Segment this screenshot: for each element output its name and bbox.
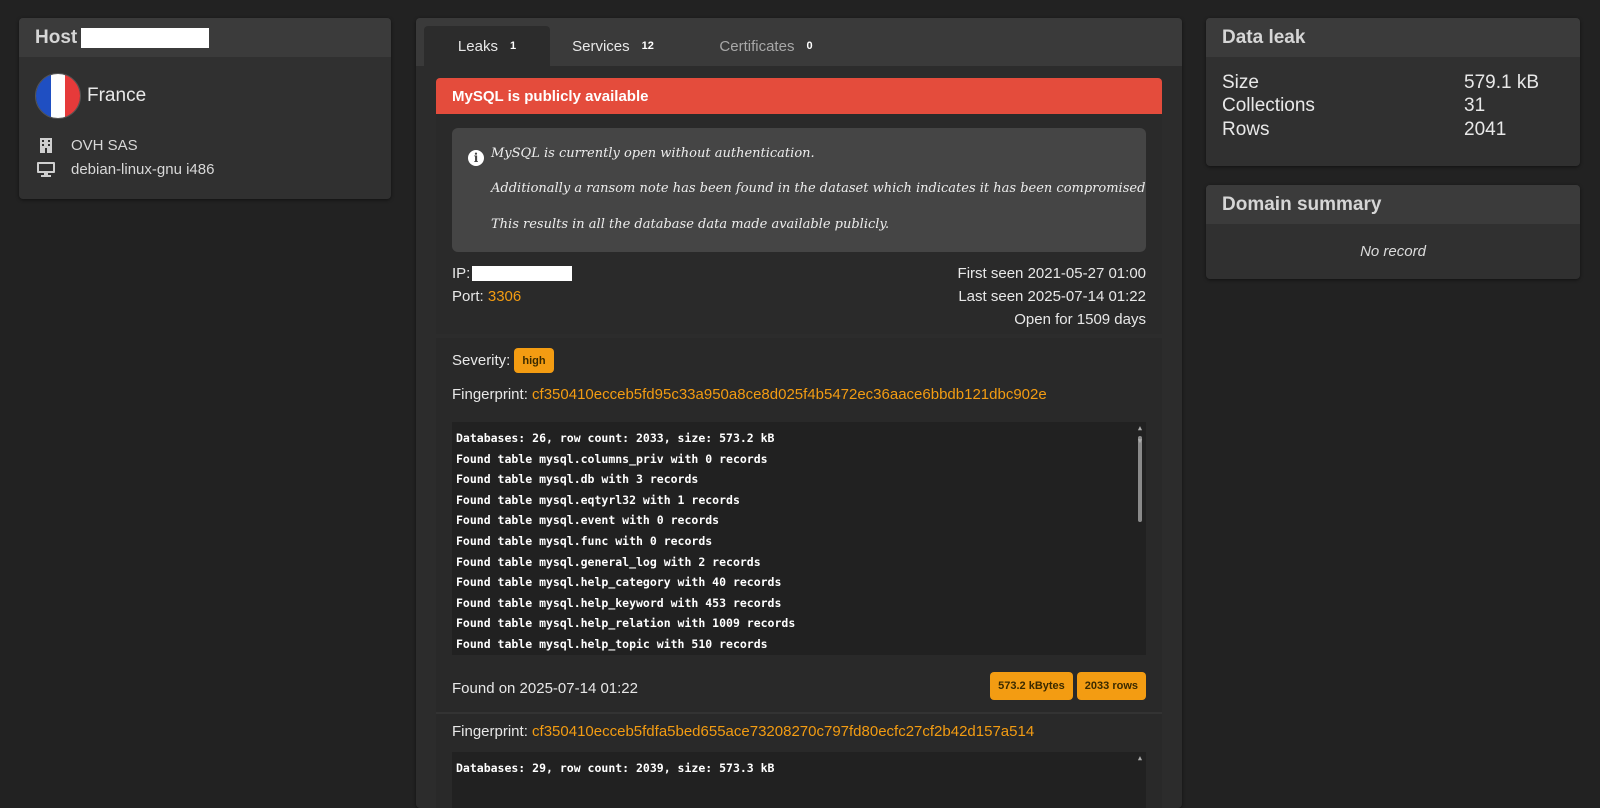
country-row: France: [19, 57, 391, 119]
leak-summary-card: i MySQL is currently open without authen…: [436, 114, 1162, 334]
log-line: Found table mysql.event with 0 records: [456, 513, 720, 528]
host-os-row: debian-linux-gnu i486: [37, 157, 375, 181]
log-line: Found table mysql.columns_priv with 0 re…: [456, 451, 768, 466]
port-label: Port:: [452, 288, 484, 305]
log-line: Databases: 26, row count: 2033, size: 57…: [456, 431, 775, 445]
found-on: Found on 2025-07-14 01:22: [452, 679, 638, 697]
fingerprint-label: Fingerprint:: [452, 723, 528, 740]
monitor-icon: [37, 161, 55, 177]
severity-badge: high: [514, 348, 554, 373]
france-flag-icon: [35, 73, 81, 119]
leaks-panel: Leaks 1 Services 12 Certificates 0 MySQL…: [416, 18, 1182, 808]
tab-leaks-label: Leaks: [457, 37, 498, 55]
tab-leaks[interactable]: Leaks 1: [424, 26, 550, 66]
tab-certificates-label: Certificates: [719, 37, 795, 55]
log-line: Found table mysql.db with 3 records: [456, 472, 699, 487]
tab-leaks-count: 1: [509, 40, 517, 52]
size-badge: 573.2 kBytes: [990, 672, 1073, 700]
log-line: Found table mysql.help_category with 40 …: [456, 575, 782, 590]
data-leak-collections-label: Collections: [1222, 95, 1315, 117]
data-leak-size-label: Size: [1222, 71, 1259, 93]
log-scrollbar[interactable]: ▲: [1136, 754, 1144, 775]
data-leak-collections-value: 31: [1464, 95, 1486, 117]
log-line: Found table mysql.help_relation with 100…: [456, 616, 796, 631]
data-leak-rows-value: 2041: [1464, 118, 1507, 140]
scroll-thumb[interactable]: [1138, 436, 1142, 522]
data-leak-rows-row: Rows 2041: [1222, 118, 1564, 142]
fingerprint-link-2[interactable]: cf350410ecceb5fdfa5bed655ace73208270c797…: [532, 723, 1034, 740]
leak-note: i MySQL is currently open without authen…: [452, 128, 1146, 252]
data-leak-collections-row: Collections 31: [1222, 95, 1564, 119]
country-name: France: [87, 85, 147, 106]
leak-log-1[interactable]: Databases: 26, row count: 2033, size: 57…: [452, 422, 1146, 655]
domain-summary-panel: Domain summary No record: [1206, 185, 1580, 279]
ip-row: IP:: [452, 262, 573, 285]
divider: [436, 712, 1162, 714]
first-seen: First seen 2021-05-27 01:00: [957, 265, 1146, 282]
host-org: OVH SAS: [71, 136, 138, 154]
note-line-3: This results in all the database data ma…: [491, 217, 890, 232]
leak-alert-title: MySQL is publicly available: [436, 78, 1162, 114]
open-for: Open for 1509 days: [1014, 311, 1146, 328]
data-leak-title: Data leak: [1206, 18, 1580, 57]
fingerprint-link-1[interactable]: cf350410ecceb5fd95c33a950a8ce8d025f4b547…: [532, 386, 1047, 403]
host-panel-header: Host: [19, 18, 391, 57]
found-badges: 573.2 kBytes 2033 rows: [986, 672, 1146, 700]
scroll-down-icon[interactable]: ▼: [1136, 437, 1144, 445]
leak-log-2[interactable]: Databases: 29, row count: 2039, size: 57…: [452, 752, 1146, 808]
tab-certificates-count: 0: [806, 40, 813, 52]
data-leak-rows-label: Rows: [1222, 118, 1270, 140]
last-seen: Last seen 2025-07-14 01:22: [958, 288, 1146, 305]
data-leak-size-value: 579.1 kB: [1464, 71, 1539, 93]
host-os: debian-linux-gnu i486: [71, 160, 215, 178]
severity-label: Severity:: [452, 352, 511, 369]
log-line: Found table mysql.help_keyword with 453 …: [456, 595, 782, 610]
fingerprint-row-1: Fingerprint: cf350410ecceb5fd95c33a950a8…: [452, 386, 1047, 403]
scroll-up-icon[interactable]: ▲: [1136, 424, 1144, 432]
no-record-text: No record: [1360, 243, 1426, 260]
redacted-hostname: [81, 27, 210, 48]
scroll-up-icon[interactable]: ▲: [1136, 754, 1144, 762]
host-title: Host: [35, 26, 78, 48]
port-row: Port: 3306: [452, 285, 572, 308]
rows-badge: 2033 rows: [1076, 672, 1146, 700]
fingerprint-label: Fingerprint:: [452, 386, 528, 403]
log-line: Found table mysql.general_log with 2 rec…: [456, 554, 761, 569]
tab-certificates[interactable]: Certificates 0: [676, 26, 856, 66]
leak-endpoint: IP: Port: 3306: [452, 262, 573, 308]
leak-timeline: First seen 2021-05-27 01:00 Last seen 20…: [958, 262, 1146, 331]
data-leak-panel: Data leak Size 579.1 kB Collections 31 R…: [1206, 18, 1580, 166]
info-icon: i: [468, 150, 484, 166]
building-icon: [37, 137, 55, 153]
log-line: Found table mysql.func with 0 records: [456, 533, 713, 548]
log-line: Found table mysql.help_topic with 510 re…: [456, 636, 768, 651]
host-panel: Host France OVH SAS debian-linux-gnu i48…: [19, 18, 391, 199]
severity-row: Severity: high: [452, 348, 554, 373]
log-line: Found table mysql.eqtyrl32 with 1 record…: [456, 492, 740, 507]
tab-services-label: Services: [572, 37, 630, 55]
leak-details: Severity: high Fingerprint: cf350410ecce…: [436, 338, 1162, 808]
host-org-row: OVH SAS: [37, 133, 375, 157]
domain-summary-title: Domain summary: [1206, 185, 1580, 224]
note-line-2: Additionally a ransom note has been foun…: [491, 181, 1146, 196]
ip-label: IP:: [452, 265, 471, 282]
log-scrollbar[interactable]: ▲ ▼: [1136, 424, 1144, 522]
redacted-ip: [472, 266, 573, 281]
note-line-1: MySQL is currently open without authenti…: [491, 146, 815, 161]
port-link[interactable]: 3306: [488, 288, 521, 305]
fingerprint-row-2: Fingerprint: cf350410ecceb5fdfa5bed655ac…: [452, 723, 1034, 740]
tab-bar: Leaks 1 Services 12 Certificates 0: [416, 18, 1182, 66]
data-leak-size-row: Size 579.1 kB: [1222, 71, 1564, 95]
tab-services[interactable]: Services 12: [550, 26, 676, 66]
tab-services-count: 12: [641, 40, 654, 52]
log-line: Databases: 29, row count: 2039, size: 57…: [456, 761, 775, 775]
